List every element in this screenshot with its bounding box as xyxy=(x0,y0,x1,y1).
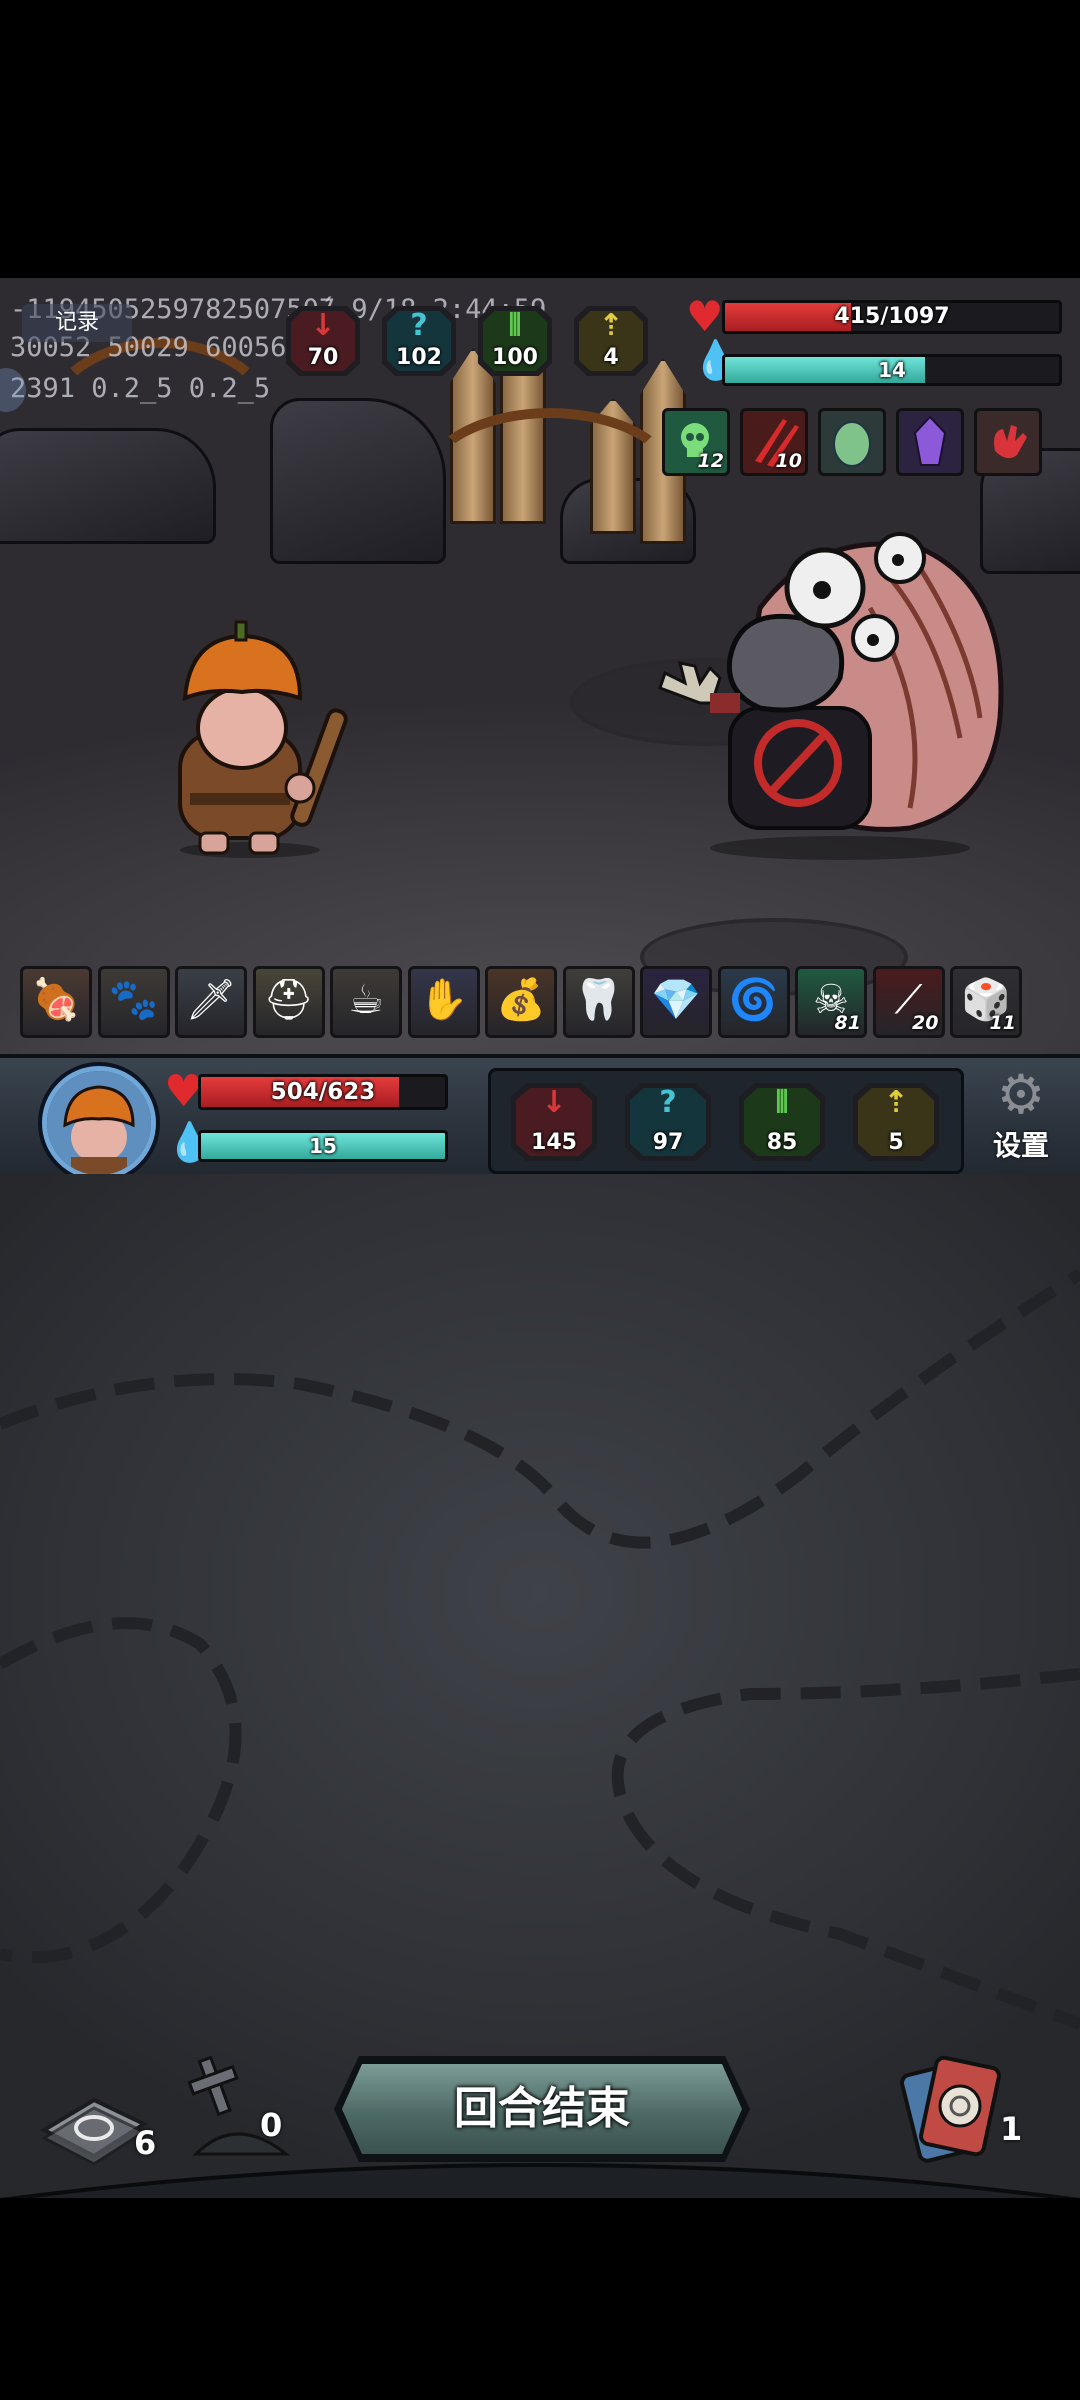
player-luck-badge: ⇡ 5 xyxy=(853,1083,939,1161)
item-slot[interactable]: 🦷 xyxy=(562,966,635,1038)
gear-icon: ⚙ xyxy=(996,1063,1046,1126)
enemy-attack-value: 70 xyxy=(307,345,339,370)
player-defense-value: 97 xyxy=(652,1130,684,1155)
enemy-luck-badge: ⇡ 4 xyxy=(574,306,648,376)
debug-line-3: 2391 0.2_5 0.2_5 xyxy=(10,373,271,404)
enemy-luck-value: 4 xyxy=(603,345,619,370)
item-count: 20 xyxy=(912,1012,939,1034)
player-avatar[interactable] xyxy=(42,1066,156,1180)
discard-pile[interactable]: 0 xyxy=(186,2054,296,2164)
enemy-hp-bar: 415/1097 xyxy=(722,300,1062,334)
settings-button[interactable]: ⚙ 设置 xyxy=(976,1066,1066,1170)
speed-icon: ⦀ xyxy=(775,1085,789,1120)
helmet-icon: ⛑ xyxy=(263,977,314,1023)
player-hp-text: 504/623 xyxy=(270,1079,376,1105)
attack-icon: ↓ xyxy=(310,308,336,343)
defense-icon: ? xyxy=(659,1085,677,1120)
enemy-speed-value: 100 xyxy=(492,345,538,370)
gauntlet-icon: ✋ xyxy=(418,977,469,1023)
record-button[interactable]: 记录 xyxy=(22,304,132,342)
status-count: 12 xyxy=(697,450,724,472)
enemy-status-bleed[interactable]: 10 xyxy=(740,408,808,476)
item-bar: 🍖 🐾 🗡 ⛑ ☕ ✋ 💰 🦷 💎 🌀 ☠ 81 ⟋ 20 🎲 11 xyxy=(20,966,1070,1040)
enemy-status-red-hand[interactable] xyxy=(974,408,1042,476)
vortex-rune-icon: 🌀 xyxy=(728,977,779,1023)
player-attack-value: 145 xyxy=(531,1130,577,1155)
purple-crystal-icon: 💎 xyxy=(651,977,701,1023)
enemy-attack-badge: ↓ 70 xyxy=(286,306,360,376)
item-slot[interactable]: 🗡 xyxy=(175,966,247,1038)
player-defense-badge: ? 97 xyxy=(625,1083,711,1161)
end-turn-button[interactable]: 回合结束 xyxy=(334,2056,750,2162)
item-slot[interactable]: ☕ xyxy=(330,966,402,1038)
discard-pile-count: 0 xyxy=(260,2106,283,2144)
speed-icon: ⦀ xyxy=(508,308,522,343)
enemy-status-dragon-egg[interactable] xyxy=(818,408,886,476)
enemy-defense-badge: ? 102 xyxy=(382,306,456,376)
item-count: 11 xyxy=(989,1012,1016,1034)
enemy-hp-text: 415/1097 xyxy=(834,304,950,329)
draw-pile[interactable]: 6 xyxy=(34,2080,157,2170)
card-board xyxy=(0,1174,1080,2198)
item-slot[interactable]: ⟋ 20 xyxy=(872,966,945,1038)
player-panel: ♥ 504/623 💧 15 ↓ 145 ? 97 ⦀ 85 ⇡ 5 ⚙ 设置 xyxy=(0,1054,1080,1182)
item-slot[interactable]: ⛑ xyxy=(252,966,325,1038)
player-energy-text: 15 xyxy=(309,1134,337,1158)
tree-root xyxy=(40,338,280,518)
item-count: 81 xyxy=(834,1012,861,1034)
dagger-icon: 🗡 xyxy=(185,977,237,1023)
item-slot[interactable]: ☠ 81 xyxy=(795,966,867,1038)
enemy-monster[interactable] xyxy=(640,488,1020,868)
sack-icon: 💰 xyxy=(496,977,546,1023)
beast-pelt-icon: 🐾 xyxy=(108,977,159,1023)
status-count: 10 xyxy=(775,450,802,472)
player-hp-bar: 504/623 xyxy=(198,1074,448,1110)
item-slot[interactable]: 💰 xyxy=(485,966,557,1038)
player-stats-frame: ↓ 145 ? 97 ⦀ 85 ⇡ 5 xyxy=(488,1068,964,1174)
teacup-icon: ☕ xyxy=(348,977,384,1023)
item-slot[interactable]: 🍖 xyxy=(20,966,92,1038)
player-attack-badge: ↓ 145 xyxy=(511,1083,597,1161)
exhaust-pile-count: 1 xyxy=(1000,2110,1023,2148)
draw-pile-count: 6 xyxy=(134,2124,157,2162)
enemy-speed-badge: ⦀ 100 xyxy=(478,306,552,376)
meat-icon: 🍖 xyxy=(31,977,81,1023)
enemy-energy-text: 14 xyxy=(878,358,906,382)
player-character[interactable] xyxy=(160,618,348,858)
settings-label: 设置 xyxy=(992,1129,1049,1162)
enemy-status-purple-crystal[interactable] xyxy=(896,408,964,476)
player-energy-bar: 15 xyxy=(198,1130,448,1162)
exhaust-pile[interactable]: 1 xyxy=(890,2054,1023,2164)
item-slot[interactable]: 🎲 11 xyxy=(950,966,1022,1038)
end-turn-label: 回合结束 xyxy=(454,2083,630,2134)
enemy-status-poison[interactable]: 12 xyxy=(662,408,730,476)
player-speed-value: 85 xyxy=(766,1130,798,1155)
defense-icon: ? xyxy=(410,308,428,343)
item-slot[interactable]: 🌀 xyxy=(717,966,790,1038)
fang-icon: 🦷 xyxy=(573,977,624,1023)
player-luck-value: 5 xyxy=(888,1130,904,1155)
enemy-defense-value: 102 xyxy=(396,345,442,370)
item-slot[interactable]: 💎 xyxy=(640,966,712,1038)
item-slot[interactable]: 🐾 xyxy=(97,966,170,1038)
player-speed-badge: ⦀ 85 xyxy=(739,1083,825,1161)
map-path-decoration xyxy=(0,1268,1080,2030)
attack-icon: ↓ xyxy=(541,1085,567,1120)
luck-icon: ⇡ xyxy=(598,308,624,343)
luck-icon: ⇡ xyxy=(883,1085,909,1120)
enemy-energy-bar: 14 xyxy=(722,354,1062,386)
item-slot[interactable]: ✋ xyxy=(407,966,480,1038)
enemy-heart-icon: ♥ xyxy=(686,292,724,341)
